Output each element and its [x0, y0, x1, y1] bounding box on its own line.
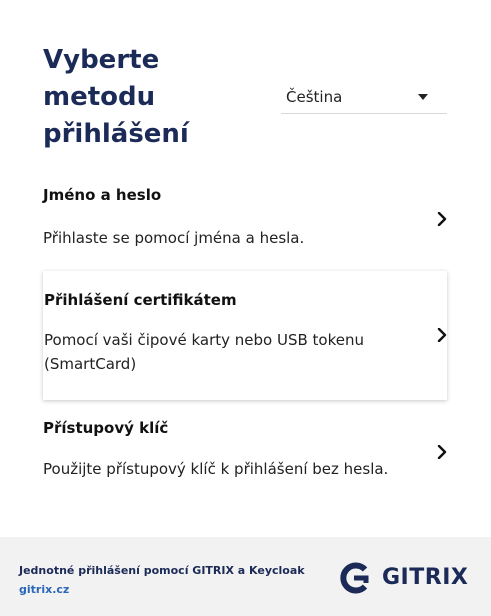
- login-method-passkey[interactable]: Přístupový klíč Použijte přístupový klíč…: [43, 419, 447, 489]
- login-method-title: Přístupový klíč: [43, 419, 169, 437]
- gitrix-logo-icon: [340, 562, 369, 594]
- login-method-certificate[interactable]: Přihlášení certifikátem Pomocí vaši čipo…: [43, 271, 447, 400]
- caret-down-icon: [418, 94, 428, 100]
- login-method-password[interactable]: Jméno a heslo Přihlaste se pomocí jména …: [43, 186, 447, 256]
- gitrix-logo: GITRIX: [336, 560, 476, 596]
- footer: Jednotné přihlášení pomocí GITRIX a Keyc…: [0, 537, 491, 616]
- language-select-value: Čeština: [286, 88, 343, 106]
- login-method-title: Jméno a heslo: [43, 186, 162, 204]
- gitrix-logo-text: GITRIX: [382, 565, 469, 590]
- page-title: Vyberte metodu přihlášení: [43, 45, 189, 149]
- login-method-description: Pomocí vaši čipové karty nebo USB tokenu…: [44, 331, 364, 373]
- chevron-right-icon: [437, 212, 447, 226]
- login-method-description: Přihlaste se pomocí jména a hesla.: [43, 229, 305, 247]
- language-select[interactable]: Čeština: [281, 80, 447, 114]
- login-method-title: Přihlášení certifikátem: [44, 291, 237, 309]
- footer-text: Jednotné přihlášení pomocí GITRIX a Keyc…: [19, 564, 305, 577]
- footer-link[interactable]: gitrix.cz: [19, 583, 69, 596]
- chevron-right-icon: [437, 445, 447, 459]
- login-method-description: Použijte přístupový klíč k přihlášení be…: [43, 460, 389, 478]
- chevron-right-icon: [437, 328, 447, 342]
